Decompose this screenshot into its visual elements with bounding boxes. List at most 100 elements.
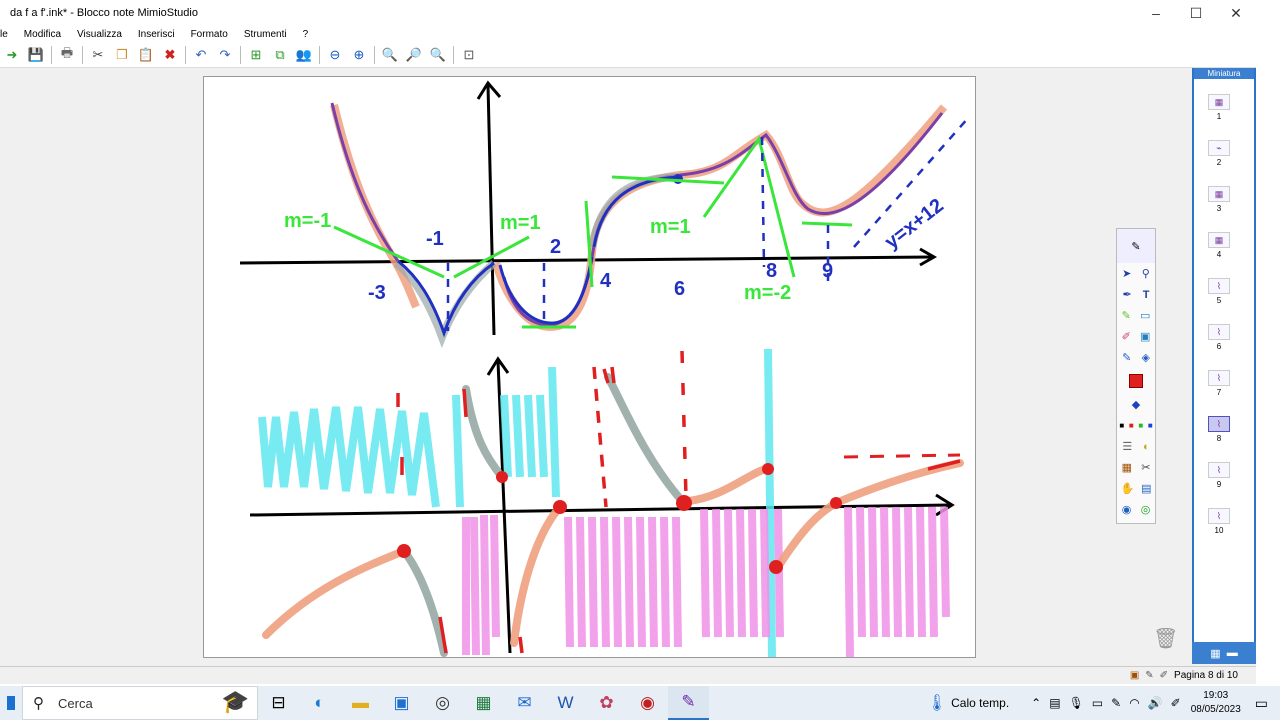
- menu-help[interactable]: ?: [303, 29, 309, 40]
- battery-icon[interactable]: ▭: [1092, 696, 1103, 710]
- select-tool-icon[interactable]: ➤: [1122, 267, 1131, 280]
- text-tool-icon[interactable]: T: [1143, 289, 1150, 301]
- store-icon[interactable]: ▣: [381, 686, 422, 720]
- palette-row: ☰ ◐: [1117, 436, 1155, 457]
- mimio-app-icon[interactable]: ✎: [668, 686, 709, 720]
- transparency-icon[interactable]: ◐: [1143, 441, 1150, 453]
- mail-icon[interactable]: ✉: [504, 686, 545, 720]
- fill-tool-icon[interactable]: ◈: [1141, 351, 1149, 364]
- grid-view-icon[interactable]: ▦: [1210, 647, 1220, 660]
- menu-formato[interactable]: Formato: [191, 29, 228, 40]
- derivative-curve: [397, 175, 681, 338]
- thumbnail-page[interactable]: ⌇ 9: [1206, 462, 1232, 489]
- menu-visualizza[interactable]: Visualizza: [77, 29, 122, 40]
- network-device-icon[interactable]: ▤: [1049, 696, 1060, 710]
- print-icon[interactable]: 🖶: [57, 45, 77, 65]
- lock-icon[interactable]: ▦: [1122, 461, 1132, 474]
- pink-shading: [462, 506, 950, 658]
- fit-icon[interactable]: ⊡: [459, 45, 479, 65]
- thumbnail-page[interactable]: ▦ 1: [1206, 94, 1232, 121]
- cut-icon[interactable]: ✂: [88, 45, 108, 65]
- menu-inserisci[interactable]: Inserisci: [138, 29, 175, 40]
- back-icon[interactable]: ⊖: [325, 45, 345, 65]
- palette-row: ✎ ▭: [1117, 305, 1155, 326]
- delete-icon[interactable]: ✖: [160, 45, 180, 65]
- status-pen-icon[interactable]: ✎: [1145, 670, 1153, 681]
- folder-icon[interactable]: ▬: [1227, 647, 1238, 659]
- start-button[interactable]: [0, 686, 22, 720]
- eraser-tool-icon[interactable]: ✐: [1122, 330, 1131, 343]
- line-width-icon[interactable]: ◆: [1132, 398, 1140, 411]
- thumbnail-page[interactable]: ▦ 4: [1206, 232, 1232, 259]
- palette-row: ◆: [1117, 394, 1155, 415]
- status-lock-icon[interactable]: ▣: [1130, 670, 1139, 681]
- thumbnail-page[interactable]: ⌁ 2: [1206, 140, 1232, 167]
- taskbar-clock[interactable]: 19:03 08/05/2023: [1191, 689, 1241, 717]
- spotlight-icon[interactable]: ◎: [1141, 503, 1151, 516]
- screen-icon[interactable]: ▤: [1141, 482, 1151, 495]
- volume-icon[interactable]: 🔊: [1148, 696, 1163, 710]
- thumbnails-header: Miniatura: [1194, 68, 1254, 79]
- microphone-icon[interactable]: 🎙: [1069, 696, 1084, 710]
- menu-file[interactable]: le: [0, 29, 8, 40]
- thumbnail-page[interactable]: ⌇ 7: [1206, 370, 1232, 397]
- close-button[interactable]: ✕: [1216, 0, 1256, 26]
- zoom-tool-icon[interactable]: ⚲: [1142, 267, 1150, 280]
- chevron-up-icon[interactable]: ⌃: [1031, 696, 1041, 710]
- thumbnail-page[interactable]: ⌇ 10: [1206, 508, 1232, 535]
- label-neg1: -1: [426, 228, 444, 250]
- line-style-icon[interactable]: ☰: [1122, 440, 1132, 453]
- undo-icon[interactable]: ↶: [191, 45, 211, 65]
- zoom-out-icon[interactable]: 🔎: [404, 45, 424, 65]
- thumbnail-page[interactable]: ▦ 3: [1206, 186, 1232, 213]
- menu-strumenti[interactable]: Strumenti: [244, 29, 287, 40]
- toolbar-separator: [82, 45, 83, 64]
- dell-icon[interactable]: ◎: [422, 686, 463, 720]
- image-tool-icon[interactable]: ▣: [1140, 330, 1150, 343]
- maximize-button[interactable]: ☐: [1176, 0, 1216, 26]
- menu-modifica[interactable]: Modifica: [24, 29, 61, 40]
- file-explorer-icon[interactable]: ▬: [340, 686, 381, 720]
- hand-tool-icon[interactable]: ✋: [1120, 482, 1134, 495]
- thumbnail-page[interactable]: ⌇ 5: [1206, 278, 1232, 305]
- recognize-icon[interactable]: ◉: [1122, 503, 1132, 516]
- status-pen2-icon[interactable]: ✐: [1160, 670, 1168, 681]
- duplicate-page-icon[interactable]: ⧉: [270, 45, 290, 65]
- pen-tool-icon[interactable]: ✒: [1123, 288, 1132, 301]
- wifi-icon[interactable]: ◠: [1129, 696, 1139, 710]
- mimiostudio-window: da f a f'.ink* - Blocco note MimioStudio…: [0, 0, 1256, 684]
- shape-tool-icon[interactable]: ▭: [1140, 309, 1150, 322]
- thumbnail-page-active[interactable]: ⌇ 8: [1206, 416, 1232, 443]
- pen-tray-icon[interactable]: ✎: [1111, 696, 1121, 710]
- paste-icon[interactable]: 📋: [136, 45, 156, 65]
- highlighter-tool-icon[interactable]: ✎: [1122, 309, 1131, 322]
- toolbar-separator: [185, 45, 186, 64]
- zoom-in-icon[interactable]: 🔍: [428, 45, 448, 65]
- edge-icon[interactable]: ◐: [299, 686, 340, 720]
- excel-icon[interactable]: ▦: [463, 686, 504, 720]
- color-grid[interactable]: ■ ■ ■ ■: [1117, 415, 1155, 436]
- copy-icon[interactable]: ❐: [112, 45, 132, 65]
- open-icon[interactable]: ➜: [2, 45, 22, 65]
- taskbar-search[interactable]: ⚲ Cerca 🎓: [22, 686, 258, 720]
- notebook-page-canvas[interactable]: m=-1 -1 m=1 2 -3 4 6 m=1 8 9 m=-2 y=x+12: [203, 76, 976, 658]
- minimize-button[interactable]: –: [1136, 0, 1176, 26]
- cut-object-icon[interactable]: ✂: [1141, 461, 1150, 474]
- paint-icon[interactable]: ✿: [586, 686, 627, 720]
- forward-icon[interactable]: ⊕: [349, 45, 369, 65]
- pen-menu-icon[interactable]: ✐: [1171, 696, 1181, 710]
- current-color-swatch[interactable]: [1129, 374, 1143, 388]
- recorder-icon[interactable]: ◉: [627, 686, 668, 720]
- new-page-icon[interactable]: ⊞: [246, 45, 266, 65]
- task-view-icon[interactable]: ⊟: [258, 686, 299, 720]
- people-icon[interactable]: 👥: [294, 45, 314, 65]
- save-icon[interactable]: 💾: [26, 45, 46, 65]
- redo-icon[interactable]: ↷: [215, 45, 235, 65]
- weather-text[interactable]: Calo temp.: [951, 696, 1009, 710]
- notification-icon[interactable]: ▭: [1255, 695, 1268, 712]
- zoom-icon[interactable]: 🔍: [380, 45, 400, 65]
- word-icon[interactable]: W: [545, 686, 586, 720]
- trash-icon[interactable]: 🗑: [1153, 626, 1178, 652]
- dropper-tool-icon[interactable]: ✎: [1122, 351, 1131, 364]
- thumbnail-page[interactable]: ⌇ 6: [1206, 324, 1232, 351]
